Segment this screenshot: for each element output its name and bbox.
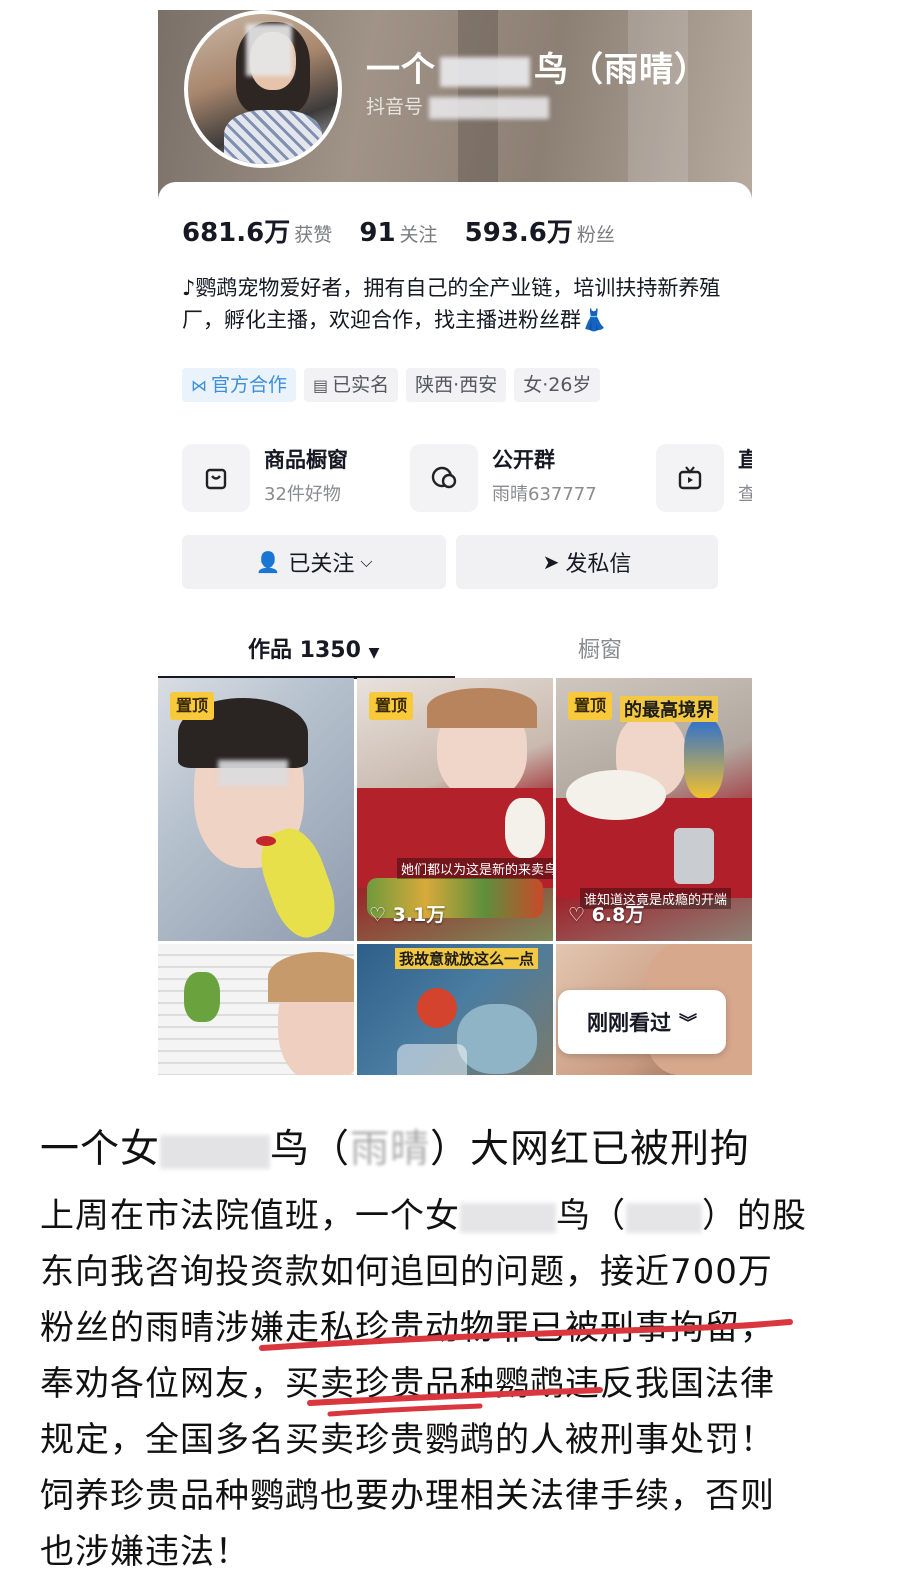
shop-bag-icon bbox=[182, 444, 250, 512]
video-thumbnail[interactable]: 置顶 bbox=[158, 678, 354, 941]
profile-screenshot: 一个 鸟（雨晴） 抖音号 681.6万 获赞 91 关注 593.6万 粉丝 ♪鹦鹉宠物… bbox=[158, 10, 752, 1075]
profile-banner: 一个 鸟（雨晴） 抖音号 bbox=[158, 10, 752, 200]
video-title-overlay: 我故意就放这么一点 bbox=[395, 948, 539, 969]
bio-text: ♪鹦鹉宠物爱好者，拥有自己的全产业链，培训扶持新养殖厂，孵化主播，欢迎合作，找主… bbox=[182, 276, 721, 332]
likes-count: 681.6万 bbox=[182, 218, 291, 248]
entry-live[interactable]: 直 查 bbox=[656, 436, 752, 516]
article-line: 奉劝各位网友，买卖珍贵品种鹦鹉违反我国法律 bbox=[40, 1364, 775, 1404]
following-label[interactable]: 关注 bbox=[400, 224, 438, 246]
article-line: 粉丝的雨晴涉嫌走私珍贵动物罪已被刑事拘留， bbox=[40, 1308, 775, 1348]
article-line: 也涉嫌违法！ bbox=[40, 1532, 250, 1572]
video-thumbnail[interactable]: 她们都以为这是新的来卖鸟 置顶 ♡ 3.1万 bbox=[357, 678, 553, 941]
tag-location: 陕西·西安 bbox=[406, 368, 507, 402]
article-line: 东向我咨询投资款如何追回的问题，接近700万 bbox=[40, 1252, 773, 1292]
video-title-overlay: 的最高境界 bbox=[620, 696, 718, 722]
article-headline: 一个女 鸟（雨晴）大网红已被刑拘 bbox=[40, 1127, 751, 1172]
followers-count[interactable]: 593.6万 bbox=[465, 218, 573, 248]
tag-verified: ▤ 已实名 bbox=[304, 368, 399, 402]
tab-window[interactable]: 橱窗 bbox=[578, 632, 622, 664]
heart-icon: ♡ bbox=[369, 904, 387, 926]
double-chevron-down-icon: ︾ bbox=[679, 1013, 697, 1034]
article-line: 规定，全国多名买卖珍贵鹦鹉的人被刑事处罚！ bbox=[40, 1420, 775, 1460]
content-tabs: 作品 1350 ▼ 橱窗 bbox=[158, 622, 752, 679]
entry-row: 商品橱窗 32件好物 公开群 雨晴637777 直 查 bbox=[182, 436, 752, 516]
official-icon: ⋈ bbox=[191, 376, 207, 395]
video-likes: ♡ 3.1万 bbox=[369, 904, 446, 926]
douyin-id: 抖音号 bbox=[366, 92, 550, 119]
pinned-badge: 置顶 bbox=[170, 692, 215, 720]
entry-shop-window[interactable]: 商品橱窗 32件好物 bbox=[182, 436, 392, 516]
pinned-badge: 置顶 bbox=[568, 692, 613, 720]
video-thumbnail[interactable]: 的最高境界 谁知道这竟是成瘾的开端 置顶 ♡ 6.8万 bbox=[556, 678, 752, 941]
profile-tags: ⋈ 官方合作 ▤ 已实名 陕西·西安 女·26岁 bbox=[182, 368, 601, 402]
tab-works[interactable]: 作品 1350 ▼ bbox=[248, 632, 379, 664]
profile-sheet: 681.6万 获赞 91 关注 593.6万 粉丝 ♪鹦鹉宠物爱好者，拥有自己的全产业… bbox=[158, 182, 752, 1075]
user-check-icon: 👤 bbox=[255, 550, 281, 574]
recently-viewed-chip[interactable]: 刚刚看过 ︾ bbox=[558, 990, 726, 1054]
followers-label[interactable]: 粉丝 bbox=[577, 224, 615, 246]
article-body: 上周在市法院值班，一个女 鸟（ ）的股 东向我咨询投资款如何追回的问题，接近700万… bbox=[40, 1188, 880, 1580]
nickname: 一个 鸟（雨晴） bbox=[366, 50, 709, 90]
name-blur bbox=[440, 56, 530, 87]
chevron-down-icon: ⌵ bbox=[360, 552, 373, 571]
text-blur bbox=[626, 1202, 702, 1233]
heart-icon: ♡ bbox=[568, 904, 586, 926]
live-tv-icon bbox=[656, 444, 724, 512]
following-button[interactable]: 👤 已关注 ⌵ bbox=[182, 535, 446, 589]
text-blur bbox=[460, 1202, 556, 1233]
video-caption: 她们都以为这是新的来卖鸟 bbox=[397, 858, 553, 879]
tag-gender-age: 女·26岁 bbox=[514, 368, 601, 402]
article-line: 饲养珍贵品种鹦鹉也要办理相关法律手续，否则 bbox=[40, 1476, 775, 1516]
following-count[interactable]: 91 bbox=[359, 218, 395, 248]
pinned-badge: 置顶 bbox=[369, 692, 414, 720]
headline-blur bbox=[160, 1134, 271, 1169]
caret-down-icon: ▼ bbox=[368, 645, 380, 661]
entry-public-group[interactable]: 公开群 雨晴637777 bbox=[410, 436, 640, 516]
video-thumbnail[interactable]: 我故意就放这么一点 bbox=[357, 944, 553, 1075]
likes-label: 获赞 bbox=[294, 224, 333, 246]
send-message-button[interactable]: ➤ 发私信 bbox=[456, 535, 718, 589]
chat-group-icon bbox=[410, 444, 478, 512]
video-thumbnail[interactable] bbox=[158, 944, 354, 1075]
tag-official-cooperation[interactable]: ⋈ 官方合作 bbox=[182, 368, 297, 402]
face-blur bbox=[246, 24, 292, 76]
video-likes: ♡ 6.8万 bbox=[568, 904, 645, 926]
video-grid: 置顶 她们都以为这是新的来卖鸟 置顶 ♡ 3.1万 的最高境界 谁知道这竟是成瘾… bbox=[158, 678, 752, 1075]
send-icon: ➤ bbox=[542, 550, 560, 574]
article-line: 上周在市法院值班，一个女 鸟（ ）的股 bbox=[40, 1196, 807, 1236]
stats-row: 681.6万 获赞 91 关注 593.6万 粉丝 bbox=[182, 212, 637, 249]
id-card-icon: ▤ bbox=[313, 376, 329, 395]
